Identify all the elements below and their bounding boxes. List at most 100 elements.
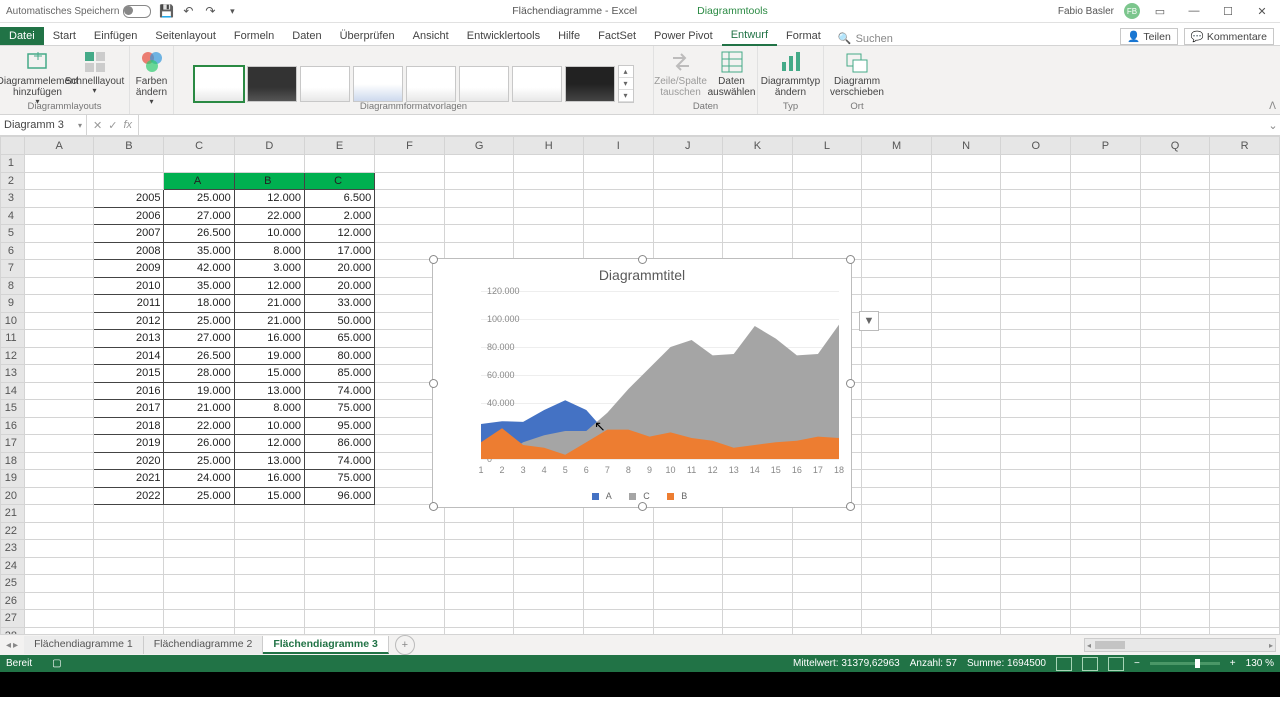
cell[interactable]	[375, 627, 445, 634]
horizontal-scrollbar[interactable]: ◂ ▸	[1084, 638, 1276, 652]
cell[interactable]: 19.000	[234, 347, 304, 365]
cell[interactable]	[375, 522, 445, 540]
cell[interactable]	[1140, 312, 1210, 330]
cell[interactable]	[1140, 417, 1210, 435]
cell[interactable]	[723, 610, 793, 628]
cell[interactable]	[931, 417, 1001, 435]
cell[interactable]	[24, 627, 94, 634]
cell[interactable]	[234, 505, 304, 523]
cell[interactable]	[1071, 190, 1141, 208]
cell[interactable]	[653, 155, 723, 173]
row-header[interactable]: 11	[1, 330, 25, 348]
cell[interactable]	[1001, 452, 1071, 470]
cell[interactable]	[931, 207, 1001, 225]
cell[interactable]	[24, 242, 94, 260]
style-thumb-6[interactable]	[459, 66, 509, 102]
maximize-icon[interactable]: ☐	[1214, 1, 1242, 21]
row-header[interactable]: 4	[1, 207, 25, 225]
cell[interactable]	[931, 522, 1001, 540]
cell[interactable]	[862, 417, 932, 435]
cell[interactable]	[1001, 312, 1071, 330]
select-all[interactable]	[1, 137, 25, 155]
col-header[interactable]: D	[234, 137, 304, 155]
cell[interactable]: 2016	[94, 382, 164, 400]
cell[interactable]	[931, 400, 1001, 418]
cell[interactable]	[653, 225, 723, 243]
cell[interactable]	[24, 295, 94, 313]
cell[interactable]	[164, 505, 234, 523]
cell[interactable]	[723, 207, 793, 225]
cell[interactable]	[1140, 260, 1210, 278]
cell[interactable]	[1001, 242, 1071, 260]
cell[interactable]	[1071, 557, 1141, 575]
cell[interactable]	[514, 225, 584, 243]
cell[interactable]	[1071, 400, 1141, 418]
cell[interactable]: 21.000	[234, 295, 304, 313]
cell[interactable]: C	[304, 172, 374, 190]
cell[interactable]: 13.000	[234, 382, 304, 400]
cell[interactable]	[1210, 330, 1280, 348]
cell[interactable]	[1001, 382, 1071, 400]
cell[interactable]	[723, 190, 793, 208]
cell[interactable]	[1140, 207, 1210, 225]
cell[interactable]	[24, 172, 94, 190]
cell[interactable]	[1001, 435, 1071, 453]
cell[interactable]: 27.000	[164, 330, 234, 348]
cell[interactable]	[1210, 575, 1280, 593]
cell[interactable]	[1071, 540, 1141, 558]
cell[interactable]	[1140, 627, 1210, 634]
cell[interactable]	[1071, 487, 1141, 505]
cell[interactable]: 10.000	[234, 417, 304, 435]
cell[interactable]	[375, 557, 445, 575]
cell[interactable]	[1071, 225, 1141, 243]
style-thumb-8[interactable]	[565, 66, 615, 102]
cell[interactable]	[792, 190, 862, 208]
col-header[interactable]: C	[164, 137, 234, 155]
cell[interactable]	[792, 540, 862, 558]
cell[interactable]	[1001, 207, 1071, 225]
cell[interactable]	[792, 557, 862, 575]
cell[interactable]	[653, 610, 723, 628]
cell[interactable]	[444, 207, 514, 225]
cell[interactable]: 26.500	[164, 225, 234, 243]
cell[interactable]: 18.000	[164, 295, 234, 313]
cell[interactable]	[862, 452, 932, 470]
cell[interactable]: 50.000	[304, 312, 374, 330]
cell[interactable]	[862, 172, 932, 190]
cell[interactable]	[1001, 487, 1071, 505]
tab-entwicklertools[interactable]: Entwicklertools	[458, 27, 549, 45]
cell[interactable]: 75.000	[304, 470, 374, 488]
cell[interactable]	[1140, 155, 1210, 173]
cell[interactable]	[1140, 522, 1210, 540]
cell[interactable]	[862, 295, 932, 313]
cell[interactable]	[653, 592, 723, 610]
cell[interactable]: 20.000	[304, 277, 374, 295]
cell[interactable]	[862, 260, 932, 278]
cell[interactable]	[234, 575, 304, 593]
cell[interactable]	[653, 207, 723, 225]
zoom-in-icon[interactable]: +	[1230, 658, 1236, 669]
style-thumb-5[interactable]	[406, 66, 456, 102]
chart-object[interactable]: Diagrammtitel 020.00040.00060.00080.0001…	[432, 258, 852, 508]
cell[interactable]	[931, 172, 1001, 190]
row-header[interactable]: 9	[1, 295, 25, 313]
cell[interactable]: 2013	[94, 330, 164, 348]
cell[interactable]: 17.000	[304, 242, 374, 260]
cell[interactable]	[584, 627, 654, 634]
cell[interactable]	[862, 540, 932, 558]
cell[interactable]: 15.000	[234, 487, 304, 505]
cell[interactable]	[723, 242, 793, 260]
cell[interactable]	[24, 330, 94, 348]
cell[interactable]: 3.000	[234, 260, 304, 278]
cell[interactable]	[304, 592, 374, 610]
qat-more-icon[interactable]: ▾	[225, 4, 239, 18]
cell[interactable]	[304, 505, 374, 523]
cell[interactable]	[375, 207, 445, 225]
add-sheet-button[interactable]: +	[395, 635, 415, 655]
cell[interactable]	[234, 155, 304, 173]
zoom-out-icon[interactable]: −	[1134, 658, 1140, 669]
cell[interactable]	[1001, 592, 1071, 610]
cell[interactable]	[653, 190, 723, 208]
cell[interactable]	[1071, 295, 1141, 313]
cell[interactable]	[24, 277, 94, 295]
